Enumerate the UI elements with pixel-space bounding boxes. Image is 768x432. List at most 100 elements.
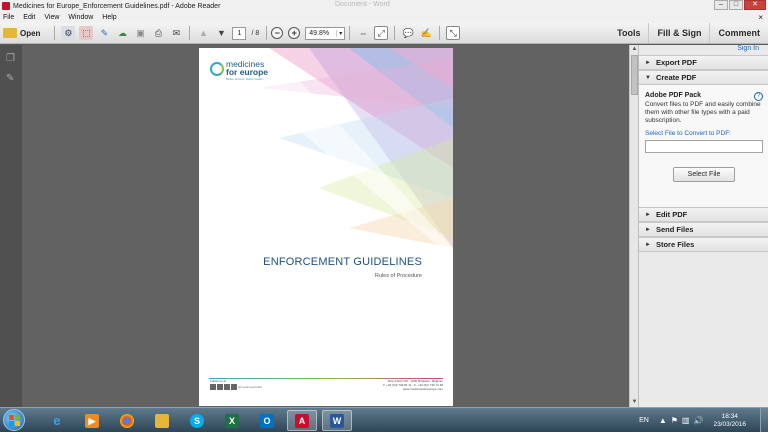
edit-pdf-icon[interactable]: ✎ bbox=[97, 26, 111, 40]
pack-description: Convert files to PDF and easily combine … bbox=[645, 101, 761, 124]
zoom-out-icon[interactable]: − bbox=[271, 27, 284, 39]
fit-width-icon[interactable]: ⇔ bbox=[356, 26, 370, 40]
signature-icon[interactable]: ✎ bbox=[6, 73, 16, 84]
window-title: Medicines for Europe_Enforcement Guideli… bbox=[13, 2, 221, 10]
expand-arrow-icon: ► bbox=[645, 211, 651, 218]
fill-sign-tab[interactable]: Fill & Sign bbox=[648, 23, 709, 43]
open-button[interactable]: Open bbox=[3, 28, 40, 38]
window-controls: – □ ✕ bbox=[713, 0, 766, 10]
store-files-section[interactable]: ► Store Files bbox=[639, 237, 768, 252]
toolbar: Open ⚙ ⬚ ✎ ☁ ▣ ⎙ ✉ ▲ ▼ 1 / 8 − + 49.8% ▾… bbox=[0, 23, 768, 44]
menu-edit[interactable]: Edit bbox=[23, 14, 35, 21]
tray-arrow-icon[interactable]: ▲ bbox=[659, 416, 667, 425]
pack-title: Adobe PDF Pack bbox=[645, 92, 702, 99]
send-files-section[interactable]: ► Send Files bbox=[639, 222, 768, 237]
folder-icon bbox=[3, 28, 17, 38]
toolbar-separator bbox=[189, 26, 191, 40]
menu-file[interactable]: File bbox=[3, 14, 14, 21]
edit-pdf-section[interactable]: ► Edit PDF bbox=[639, 207, 768, 222]
send-files-label: Send Files bbox=[655, 225, 694, 234]
internet-explorer-taskbar-icon[interactable]: e bbox=[42, 410, 72, 431]
email-icon[interactable]: ✉ bbox=[169, 26, 183, 40]
export-pdf-label: Export PDF bbox=[655, 58, 697, 67]
page-number-input[interactable]: 1 bbox=[232, 26, 247, 40]
help-icon[interactable]: ? bbox=[754, 92, 763, 101]
youtube-icon bbox=[217, 384, 223, 390]
open-label: Open bbox=[20, 28, 41, 38]
highlight-icon[interactable]: ✍ bbox=[419, 26, 433, 40]
create-pdf-section[interactable]: ▼ Create PDF bbox=[639, 70, 768, 85]
start-button[interactable] bbox=[3, 409, 25, 431]
volume-icon[interactable]: 🔊 bbox=[693, 416, 703, 425]
chevron-down-icon: ▾ bbox=[336, 29, 344, 37]
tools-tab[interactable]: Tools bbox=[609, 23, 648, 43]
scroll-down-icon[interactable]: ▼ bbox=[631, 399, 638, 406]
create-pdf-icon[interactable]: ⚙ bbox=[61, 26, 76, 40]
social-icons: @medicinesforEU bbox=[210, 384, 262, 390]
system-tray: EN ▲ ⚑ ▥ 🔊 18:34 23/03/2016 bbox=[639, 408, 768, 432]
logo-mark-icon bbox=[210, 62, 224, 76]
network-icon[interactable]: ▥ bbox=[682, 416, 690, 425]
acrobat-taskbar-icon[interactable]: A bbox=[287, 410, 317, 431]
close-button[interactable]: ✕ bbox=[744, 0, 766, 10]
scroll-up-icon[interactable]: ▲ bbox=[631, 46, 638, 53]
toolbar-separator bbox=[349, 26, 351, 40]
navigation-rail: ❐ ✎ bbox=[0, 45, 22, 407]
fit-page-icon[interactable]: ⤢ bbox=[374, 26, 389, 40]
file-explorer-taskbar-icon[interactable] bbox=[147, 410, 177, 431]
document-title: ENFORCEMENT GUIDELINES bbox=[263, 256, 422, 268]
export-pdf-section[interactable]: ► Export PDF bbox=[639, 55, 768, 70]
menu-bar: File Edit View Window Help × bbox=[0, 12, 768, 23]
print-icon[interactable]: ⎙ bbox=[151, 26, 165, 40]
media-player-taskbar-icon[interactable]: ▶ bbox=[77, 410, 107, 431]
vertical-scrollbar[interactable]: ▲ ▼ bbox=[629, 45, 638, 407]
word-taskbar-icon[interactable]: W bbox=[322, 410, 352, 431]
scroll-thumb[interactable] bbox=[631, 55, 638, 95]
expand-arrow-icon: ► bbox=[645, 226, 651, 233]
flag-icon[interactable]: ⚑ bbox=[671, 416, 678, 425]
menu-view[interactable]: View bbox=[44, 14, 59, 21]
collapse-arrow-icon: ▼ bbox=[645, 74, 651, 81]
select-file-label: Select File to Convert to PDF: bbox=[645, 130, 731, 137]
convert-icon[interactable]: ⬚ bbox=[79, 26, 94, 40]
logo-tagline: Better access. Better health. bbox=[226, 77, 264, 81]
skype-taskbar-icon[interactable]: S bbox=[182, 410, 212, 431]
sticky-note-icon[interactable]: 💬 bbox=[401, 26, 415, 40]
flickr-icon bbox=[224, 384, 230, 390]
full-screen-icon[interactable]: ⤡ bbox=[446, 26, 461, 40]
menu-help[interactable]: Help bbox=[102, 14, 116, 21]
comment-tab[interactable]: Comment bbox=[709, 23, 768, 43]
show-desktop-button[interactable] bbox=[760, 408, 768, 432]
save-icon[interactable]: ▣ bbox=[133, 26, 147, 40]
language-indicator[interactable]: EN bbox=[639, 417, 649, 424]
create-pdf-label: Create PDF bbox=[655, 73, 697, 82]
page-thumbnails-icon[interactable]: ❐ bbox=[6, 53, 16, 64]
clock-time: 18:34 bbox=[721, 412, 738, 420]
footer-address-line: www.medicinesforeurope.com bbox=[402, 387, 443, 391]
medicines-for-europe-logo: medicines for europe Better access. Bett… bbox=[210, 60, 268, 81]
excel-taskbar-icon[interactable]: X bbox=[217, 410, 247, 431]
chrome-taskbar-icon[interactable] bbox=[112, 410, 142, 431]
minimize-button[interactable]: – bbox=[714, 0, 728, 10]
select-file-button[interactable]: Select File bbox=[673, 167, 735, 182]
zoom-level-select[interactable]: 49.8% ▾ bbox=[305, 26, 346, 40]
footer-follow: Follow us at bbox=[210, 379, 227, 383]
cloud-upload-icon[interactable]: ☁ bbox=[115, 26, 129, 40]
zoom-in-icon[interactable]: + bbox=[288, 27, 301, 39]
close-document-button[interactable]: × bbox=[758, 13, 763, 22]
footer-handle: @medicinesforEU bbox=[238, 385, 263, 389]
menu-window[interactable]: Window bbox=[68, 14, 93, 21]
sign-in-link[interactable]: Sign In bbox=[737, 45, 759, 52]
clock[interactable]: 18:34 23/03/2016 bbox=[713, 413, 746, 429]
task-panes: Tools Fill & Sign Comment bbox=[609, 23, 768, 43]
maximize-button[interactable]: □ bbox=[729, 0, 743, 10]
zoom-value: 49.8% bbox=[309, 29, 330, 37]
clock-date: 23/03/2016 bbox=[713, 420, 746, 428]
previous-page-icon[interactable]: ▲ bbox=[196, 26, 210, 40]
outlook-taskbar-icon[interactable]: O bbox=[252, 410, 282, 431]
document-viewer: medicines for europe Better access. Bett… bbox=[22, 45, 629, 407]
next-page-icon[interactable]: ▼ bbox=[214, 26, 228, 40]
toolbar-separator bbox=[54, 26, 56, 40]
title-bar: Medicines for Europe_Enforcement Guideli… bbox=[0, 0, 768, 12]
file-path-input[interactable] bbox=[645, 140, 763, 153]
